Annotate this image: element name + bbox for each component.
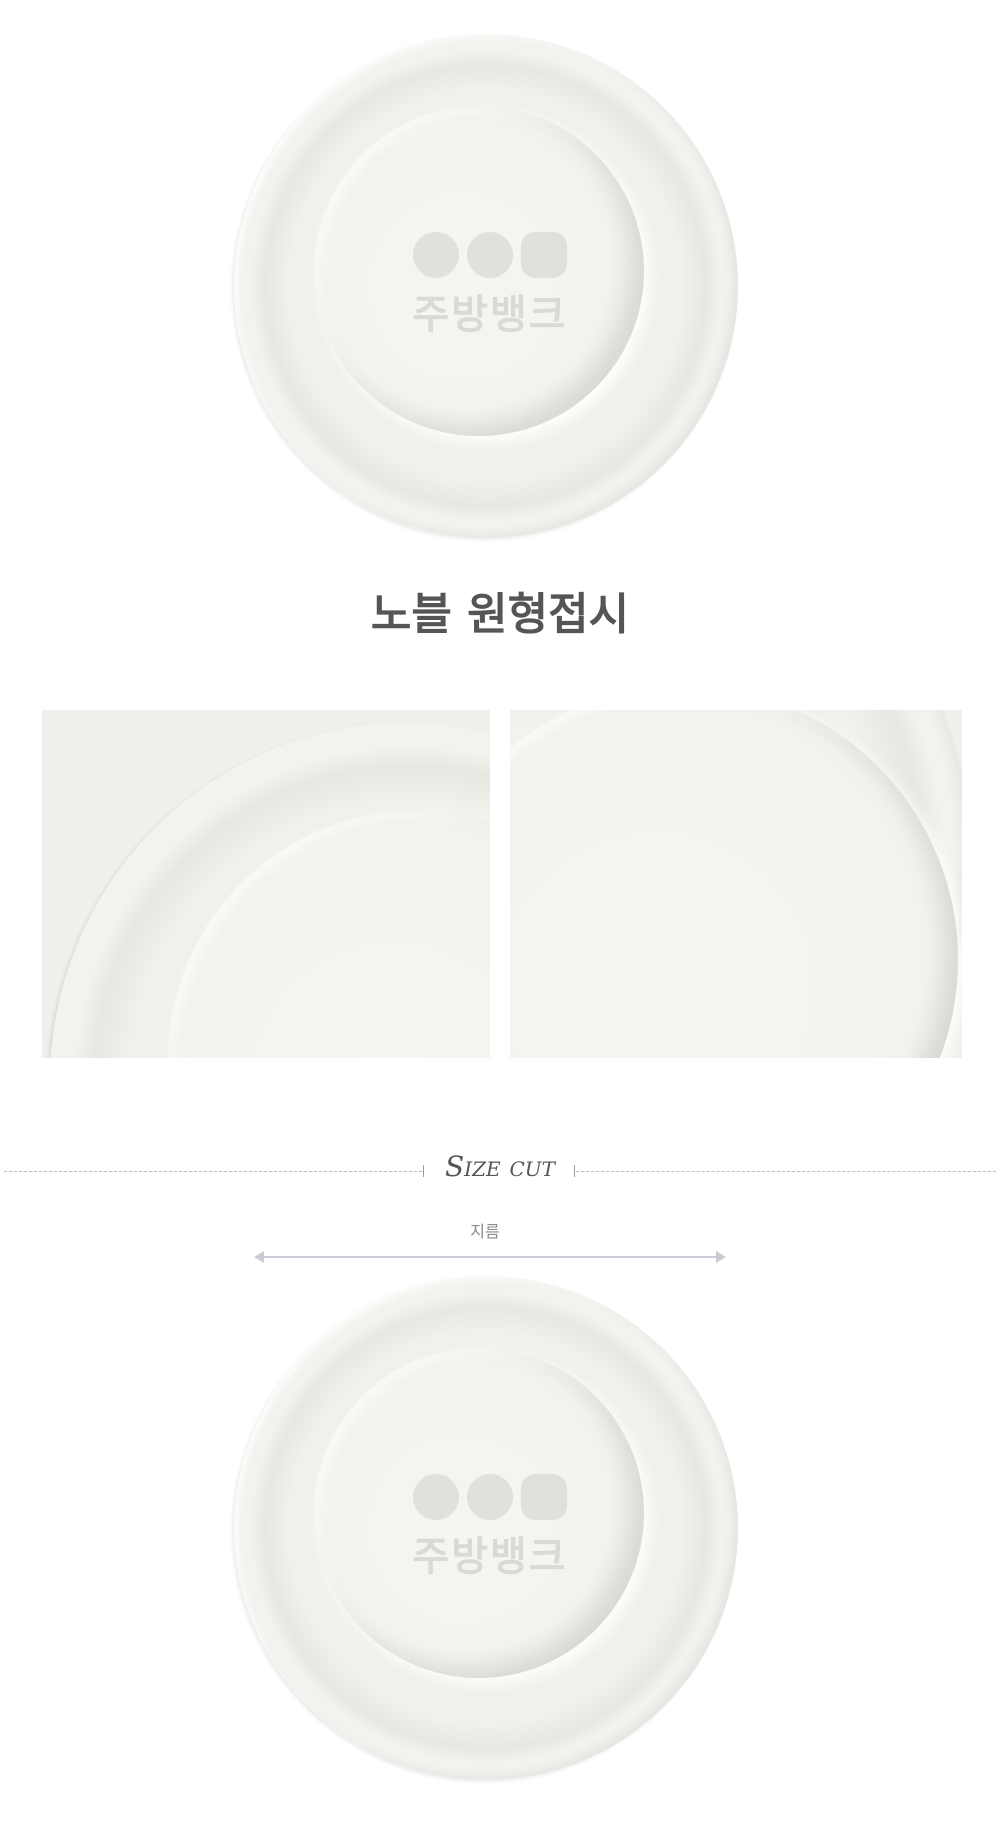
detail-image-right — [510, 710, 962, 1058]
kitchen-cart-icon — [521, 1474, 567, 1520]
chef-hat-icon — [413, 1474, 459, 1520]
divider-tick-right — [574, 1165, 575, 1177]
cutlery-icon — [467, 232, 513, 278]
plate-closeup-left — [50, 722, 490, 1058]
watermark-logo: 주방뱅크 — [380, 232, 600, 340]
product-title: 노블 원형접시 — [370, 589, 630, 640]
plate-closeup-right — [510, 710, 962, 1058]
divider-right — [576, 1171, 996, 1172]
chef-hat-icon — [413, 232, 459, 278]
watermark-text: 주방뱅크 — [412, 292, 568, 338]
watermark-text: 주방뱅크 — [412, 1534, 568, 1580]
watermark-logo: 주방뱅크 — [380, 1474, 600, 1582]
diameter-arrow — [262, 1256, 718, 1258]
diameter-label: 지름 — [470, 1222, 500, 1241]
detail-image-left — [42, 710, 490, 1058]
size-cut-heading: Size cut — [445, 1150, 555, 1183]
divider-left — [4, 1171, 422, 1172]
cutlery-icon — [467, 1474, 513, 1520]
plate-well — [168, 810, 490, 1058]
kitchen-cart-icon — [521, 232, 567, 278]
arrow-right-icon — [716, 1251, 726, 1263]
plate-well — [510, 710, 958, 1058]
